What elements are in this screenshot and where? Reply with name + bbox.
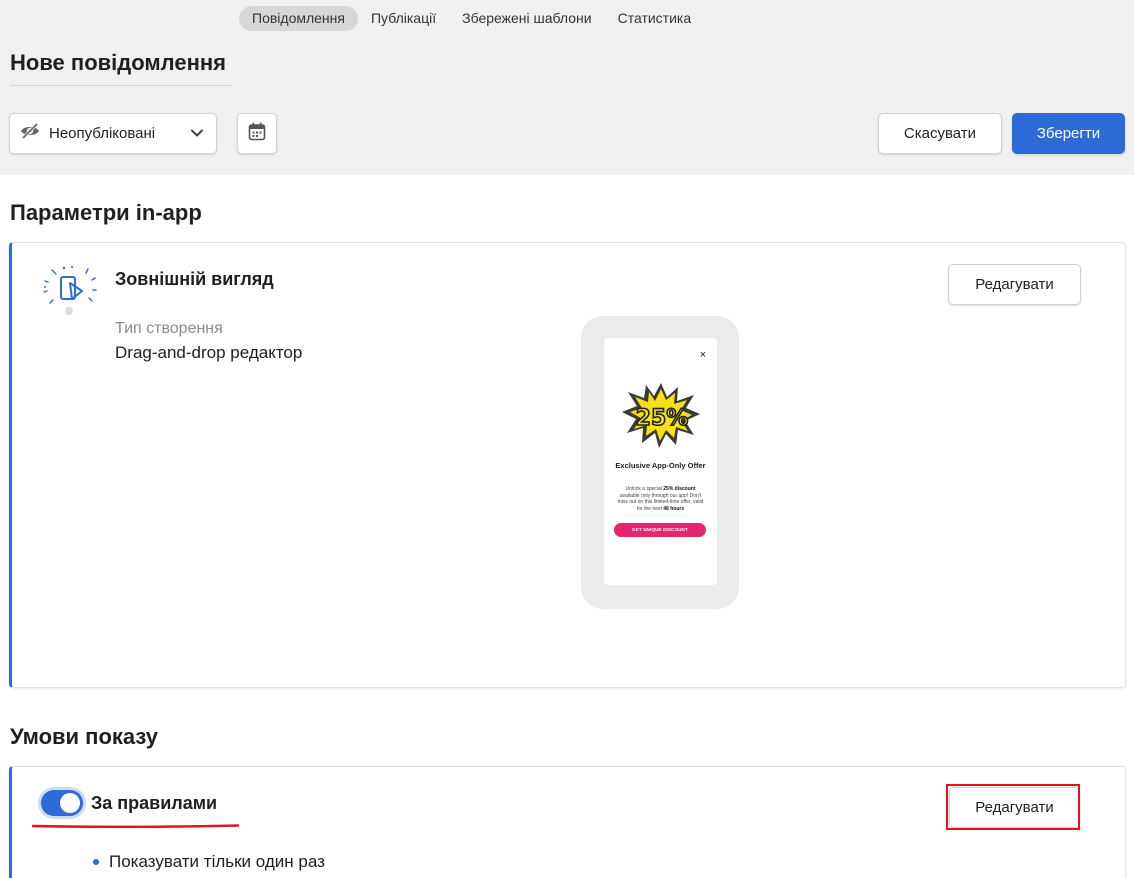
popup-preview: × 25% Exclusive App-Only Offer Unlock a … [604,338,717,585]
offer-title: Exclusive App-Only Offer [615,461,706,470]
edit-rules-button[interactable]: Редагувати [949,787,1080,828]
title-divider [10,85,232,86]
schedule-button[interactable] [237,113,277,154]
rule-item-text: Показувати тільки один раз [109,852,325,871]
tab-publications[interactable]: Публікації [358,6,449,31]
tab-messages[interactable]: Повідомлення [239,6,358,31]
page-title: Нове повідомлення [10,50,226,75]
conditions-section-title: Умови показу [10,724,159,749]
offer-text-hours: 48 hours [663,505,685,512]
creation-type-label: Тип створення [115,320,223,337]
phone-preview: × 25% Exclusive App-Only Offer Unlock a … [581,316,739,609]
top-header-area: Повідомлення Публікації Збережені шаблон… [0,0,1134,175]
chevron-down-icon [190,126,204,145]
offer-text-start: Unlock a special [625,486,664,492]
cancel-button[interactable]: Скасувати [878,113,1002,154]
status-dropdown-value: Неопубліковані [49,125,156,142]
status-dropdown[interactable]: Неопубліковані [9,113,217,154]
close-icon: × [699,349,706,361]
get-discount-button: GET UNIQUE DISCOUNT [614,523,706,537]
inapp-section-title: Параметри in-app [10,200,202,225]
creation-type-value: Drag-and-drop редактор [115,343,303,362]
appearance-card: Зовнішній вигляд Редагувати Тип створенн… [9,242,1126,688]
rules-title: За правилами [91,793,218,813]
toggle-knob [60,793,80,813]
list-item: Показувати тільки один раз [93,852,325,872]
bullet-dot [93,859,99,865]
tab-saved-templates[interactable]: Збережені шаблони [449,6,604,31]
offer-text: Unlock a special 25% discount available … [616,486,705,512]
appearance-title: Зовнішній вигляд [115,269,274,289]
discount-badge-text: 25% [636,406,689,431]
annotation-underline [32,824,239,828]
offer-text-middle: available only through our app! Don't mi… [617,492,704,512]
tab-statistics[interactable]: Статистика [605,6,705,31]
offer-text-discount: 25% discount [663,486,696,492]
discount-burst-image: 25% [620,381,702,456]
eye-off-icon [20,122,40,144]
tab-bar: Повідомлення Публікації Збережені шаблон… [239,6,704,31]
rules-card: За правилами Редагувати Показувати тільк… [9,766,1126,878]
calendar-icon [248,122,266,146]
rules-toggle[interactable] [41,790,83,816]
appearance-icon [42,265,100,320]
edit-appearance-button[interactable]: Редагувати [948,264,1081,305]
save-button[interactable]: Зберегти [1012,113,1125,154]
